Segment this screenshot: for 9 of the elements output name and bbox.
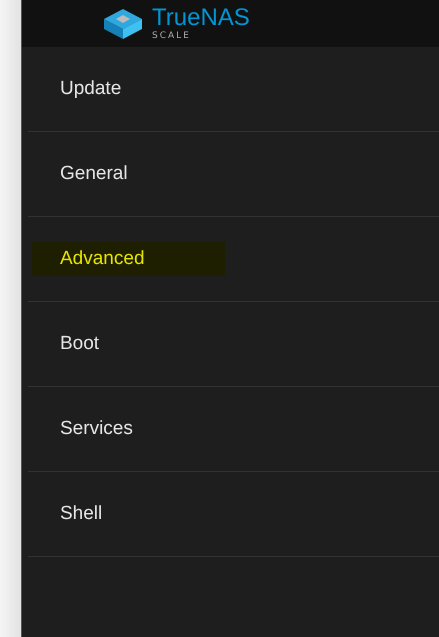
menu-item[interactable]: Update xyxy=(32,72,202,106)
logo-icon xyxy=(102,6,144,40)
logo-text: TrueNAS xyxy=(152,6,250,30)
logo-subtext: SCALE xyxy=(152,32,192,41)
menu-item[interactable]: Advanced xyxy=(32,242,225,276)
menu-item[interactable]: Services xyxy=(32,412,213,446)
menu-item[interactable]: Boot xyxy=(32,327,180,361)
menu-item[interactable]: Shell xyxy=(32,497,182,531)
menu-item[interactable]: General xyxy=(32,157,208,191)
